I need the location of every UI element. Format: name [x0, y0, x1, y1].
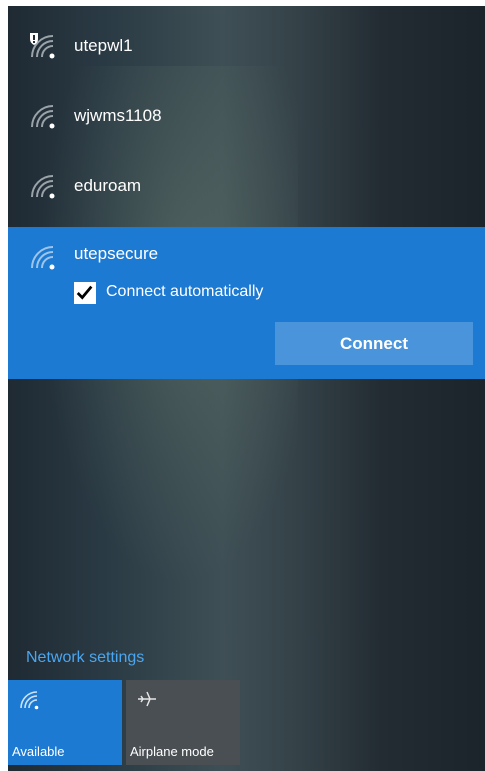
connect-button[interactable]: Connect	[275, 322, 473, 365]
checkmark-icon	[76, 285, 93, 300]
airplane-mode-tile[interactable]: Airplane mode	[126, 680, 240, 765]
wifi-toggle-tile[interactable]: Available	[8, 680, 122, 765]
wifi-icon	[31, 175, 55, 199]
tile-label: Available	[12, 744, 65, 759]
network-name: utepsecure	[74, 244, 159, 263]
wifi-icon	[31, 105, 55, 129]
network-name: utepwl1	[74, 36, 133, 55]
network-settings-link[interactable]: Network settings	[26, 649, 144, 667]
airplane-icon	[138, 691, 156, 707]
network-item-utepsecure-selected[interactable]: utepsecure Connect automatically Connect	[8, 227, 485, 379]
wifi-icon	[20, 691, 39, 710]
network-name: eduroam	[74, 176, 142, 195]
tile-label: Airplane mode	[130, 744, 214, 759]
network-item-wjwms1108[interactable]: wjwms1108	[8, 82, 485, 148]
connect-automatically-checkbox[interactable]	[74, 282, 96, 304]
network-name: wjwms1108	[74, 106, 162, 125]
wifi-secured-warning-icon	[30, 33, 55, 59]
network-item-eduroam[interactable]: eduroam	[8, 152, 485, 218]
connect-automatically-label: Connect automatically	[106, 283, 264, 300]
network-flyout: utepwl1 wjwms1108 eduroam utepsecure Con…	[8, 6, 485, 771]
wifi-icon	[31, 246, 55, 270]
network-item-utepwl1[interactable]: utepwl1	[8, 12, 485, 78]
